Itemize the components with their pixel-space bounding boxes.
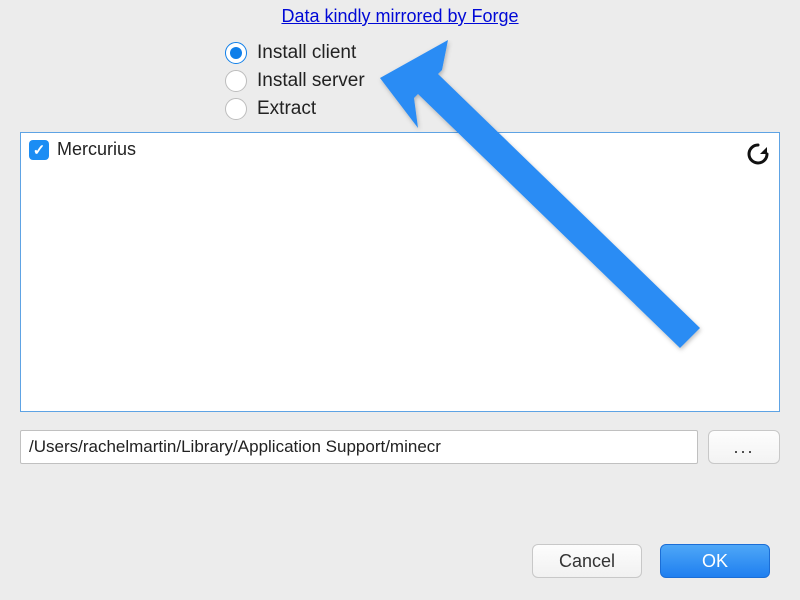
mirror-link[interactable]: Data kindly mirrored by Forge [281,6,518,26]
header-link-row: Data kindly mirrored by Forge [0,0,800,37]
browse-button[interactable]: ... [708,430,780,464]
refresh-icon[interactable] [743,139,773,169]
install-path-field[interactable]: /Users/rachelmartin/Library/Application … [20,430,698,464]
ok-button[interactable]: OK [660,544,770,578]
radio-icon [225,98,247,120]
list-item-label: Mercurius [57,139,136,160]
checkbox-checked-icon[interactable]: ✓ [29,140,49,160]
radio-label: Install server [257,70,365,92]
dialog-buttons: Cancel OK [532,544,770,578]
install-path-row: /Users/rachelmartin/Library/Application … [20,430,780,464]
install-mode-radio-group: Install client Install server Extract [225,42,800,120]
radio-icon [225,70,247,92]
radio-install-server[interactable]: Install server [225,70,800,92]
mods-list-panel: ✓ Mercurius [20,132,780,412]
radio-extract[interactable]: Extract [225,98,800,120]
radio-icon [225,42,247,64]
list-item[interactable]: ✓ Mercurius [29,139,771,160]
radio-label: Install client [257,42,356,64]
radio-install-client[interactable]: Install client [225,42,800,64]
radio-label: Extract [257,98,316,120]
cancel-button[interactable]: Cancel [532,544,642,578]
